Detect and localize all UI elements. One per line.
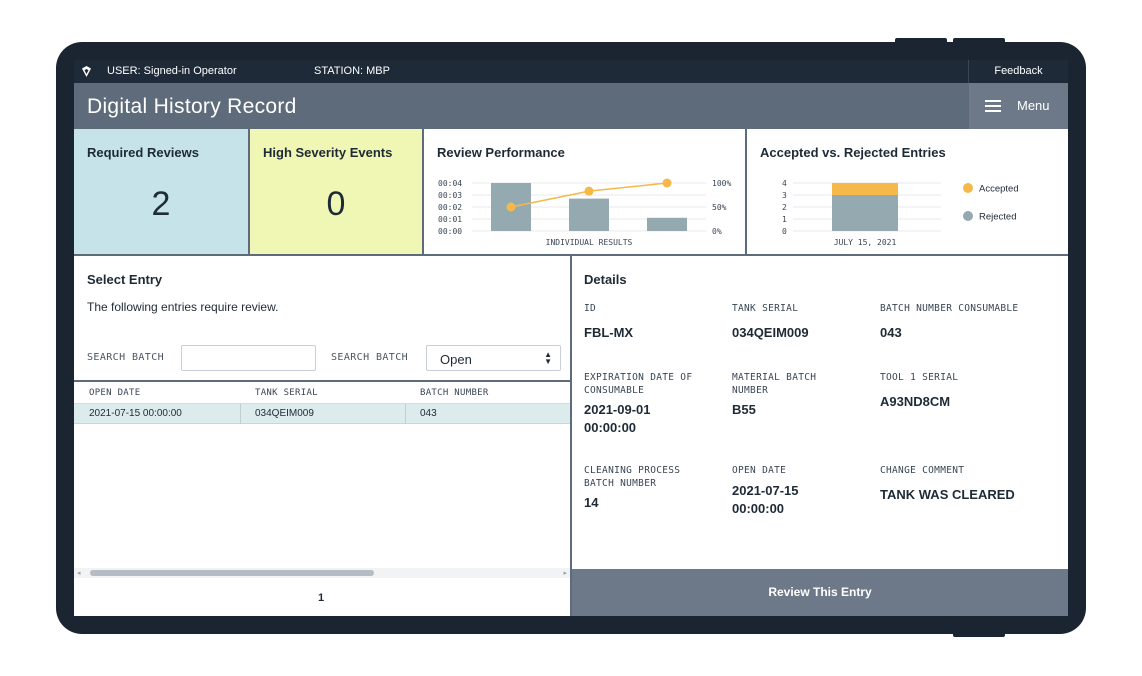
legend-label: Rejected [979, 212, 1017, 223]
horizontal-scrollbar[interactable]: ◂ ▸ [74, 568, 570, 578]
field-value-id: FBL-MX [584, 325, 634, 340]
search-status-label: SEARCH BATCH [331, 352, 409, 363]
menu-label: Menu [1017, 98, 1050, 113]
field-value-tank-serial: 034QEIM009 [732, 325, 809, 340]
field-label-change-comment: CHANGE COMMENT [880, 465, 965, 476]
line-point [662, 178, 672, 188]
menu-button[interactable]: Menu [969, 83, 1068, 129]
y-tick-label: 4 [782, 179, 787, 188]
high-severity-title: High Severity Events [263, 145, 393, 160]
top-bar: USER: Signed-in Operator STATION: MBP Fe… [74, 60, 1068, 83]
high-severity-card: High Severity Events 0 [250, 129, 424, 254]
station-label: STATION: MBP [314, 65, 390, 77]
bar [569, 198, 609, 231]
scrollbar-thumb[interactable] [90, 570, 374, 576]
y-tick-label: 1 [782, 215, 787, 224]
status-select-value: Open [440, 352, 472, 367]
scroll-right-icon[interactable]: ▸ [563, 569, 567, 577]
details-title: Details [584, 272, 627, 287]
app-header: Digital History Record Menu [74, 83, 1068, 129]
x-axis-label: INDIVIDUAL RESULTS [546, 238, 633, 247]
column-batch-number[interactable]: BATCH NUMBER [420, 388, 489, 398]
scroll-left-icon[interactable]: ◂ [77, 569, 81, 577]
page-number[interactable]: 1 [318, 592, 324, 604]
legend-swatch [963, 183, 973, 193]
select-arrows-icon: ▲ ▼ [544, 350, 552, 366]
select-entry-panel: Select Entry The following entries requi… [74, 256, 570, 616]
review-performance-card: Review Performance 00:04 00:03 00:02 00:01 0… [424, 129, 747, 254]
column-tank-serial[interactable]: TANK SERIAL [255, 388, 318, 398]
required-reviews-count: 2 [151, 185, 171, 223]
app-logo-icon [82, 66, 91, 77]
bar [647, 217, 687, 231]
y-tick-label: 00:03 [438, 191, 462, 200]
review-performance-chart: 00:04 00:03 00:02 00:01 00:00 100% 50% 0% INDIVI… [438, 178, 731, 247]
field-value-material-batch: B55 [732, 402, 756, 417]
cell-divider [405, 404, 406, 424]
details-panel: Details ID FBL-MX TANK SERIAL 034QEIM009… [572, 256, 1068, 616]
y-tick-label: 3 [782, 191, 787, 200]
field-label-cleaning-batch: CLEANING PROCESS BATCH NUMBER [584, 465, 681, 489]
field-label-open-date: OPEN DATE [732, 465, 787, 476]
field-value-batch-consumable: 043 [880, 325, 902, 340]
field-value-cleaning-batch: 14 [584, 495, 599, 510]
y2-tick-label: 0% [712, 227, 722, 236]
review-entry-button[interactable]: Review This Entry [572, 569, 1068, 616]
feedback-button[interactable]: Feedback [968, 60, 1068, 83]
y-tick-label: 00:00 [438, 227, 462, 236]
field-value-tool-serial: A93ND8CM [880, 394, 951, 409]
field-value-change-comment: TANK WAS CLEARED [880, 487, 1015, 502]
page-title: Digital History Record [87, 95, 297, 118]
user-label: USER: Signed-in Operator [107, 65, 237, 77]
cell-batch-number: 043 [420, 408, 437, 419]
stacked-bar-rejected [832, 195, 898, 231]
cell-open-date: 2021-07-15 00:00:00 [89, 408, 182, 419]
line-point [584, 186, 594, 196]
column-open-date[interactable]: OPEN DATE [89, 388, 140, 398]
field-label-id: ID [584, 303, 597, 314]
field-label-batch-consumable: BATCH NUMBER CONSUMABLE [880, 303, 1019, 314]
cell-tank-serial: 034QEIM009 [255, 408, 314, 419]
field-value-expiration-date: 2021-09-01 00:00:00 [584, 402, 651, 435]
entries-table-header: OPEN DATE TANK SERIAL BATCH NUMBER [74, 380, 570, 404]
field-label-expiration-date: EXPIRATION DATE OF CONSUMABLE [584, 372, 693, 396]
search-batch-input[interactable] [181, 345, 316, 371]
field-value-open-date: 2021-07-15 00:00:00 [732, 483, 799, 516]
field-label-material-batch: MATERIAL BATCH NUMBER [732, 372, 817, 396]
stacked-bar-accepted [832, 183, 898, 195]
y-tick-label: 00:04 [438, 179, 462, 188]
accepted-rejected-card: Accepted vs. Rejected Entries 4 3 2 1 0 JULY … [747, 129, 1068, 254]
x-tick-label: JULY 15, 2021 [834, 238, 897, 247]
hamburger-icon [985, 100, 1001, 112]
field-label-tool-serial: TOOL 1 SERIAL [880, 372, 959, 383]
legend-label: Accepted [979, 184, 1019, 195]
y2-tick-label: 50% [712, 203, 727, 212]
y-tick-label: 0 [782, 227, 787, 236]
table-row[interactable]: 2021-07-15 00:00:00 034QEIM009 043 [74, 404, 570, 424]
high-severity-count: 0 [326, 185, 346, 223]
status-select[interactable]: Open ▲ ▼ [426, 345, 561, 371]
y-tick-label: 00:02 [438, 203, 462, 212]
accepted-rejected-chart: 4 3 2 1 0 JULY 15, 2021 Accepted Rejected [782, 179, 1019, 247]
y2-tick-label: 100% [712, 179, 731, 188]
required-reviews-title: Required Reviews [87, 145, 199, 160]
select-entry-subtitle: The following entries require review. [87, 300, 279, 314]
y-tick-label: 2 [782, 203, 787, 212]
line-point [506, 202, 516, 212]
search-batch-label: SEARCH BATCH [87, 352, 165, 363]
y-tick-label: 00:01 [438, 215, 462, 224]
cell-divider [240, 404, 241, 424]
legend-swatch [963, 211, 973, 221]
required-reviews-card: Required Reviews 2 [74, 129, 250, 254]
select-entry-title: Select Entry [87, 272, 163, 287]
field-label-tank-serial: TANK SERIAL [732, 303, 799, 314]
